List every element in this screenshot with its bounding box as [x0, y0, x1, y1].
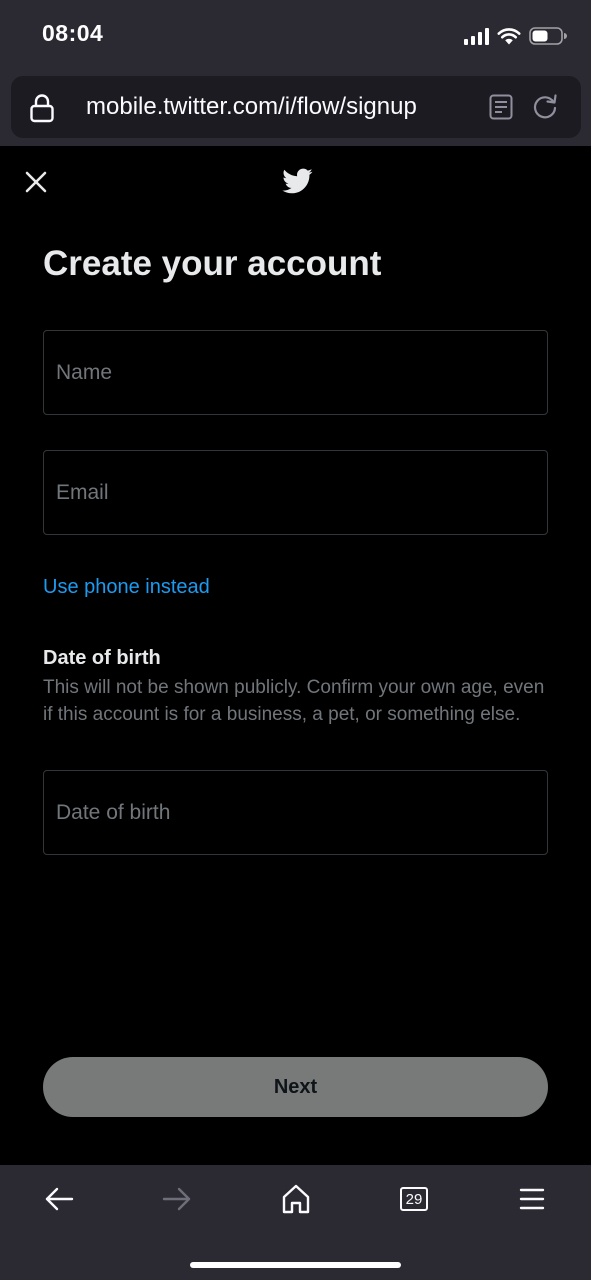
browser-top-bar: 08:04 mobile.twitter.com/i/flow/signup	[0, 0, 591, 146]
lock-icon	[30, 94, 54, 123]
dob-input[interactable]	[44, 771, 547, 854]
battery-icon	[529, 27, 567, 45]
tabs-icon[interactable]: 29	[400, 1187, 428, 1211]
url-bar[interactable]: mobile.twitter.com/i/flow/signup	[11, 76, 581, 138]
home-icon[interactable]	[276, 1181, 316, 1217]
signal-icon	[464, 27, 489, 45]
page-title: Create your account	[43, 244, 382, 283]
twitter-bird-icon	[282, 168, 313, 194]
dob-heading: Date of birth	[43, 647, 161, 669]
email-input[interactable]	[44, 451, 547, 534]
tab-count-label: 29	[405, 1190, 423, 1208]
close-icon[interactable]	[22, 168, 50, 196]
reload-icon[interactable]	[531, 93, 559, 121]
status-icons	[464, 24, 567, 48]
dob-field[interactable]	[43, 770, 548, 855]
name-input[interactable]	[44, 331, 547, 414]
back-arrow-icon[interactable]	[39, 1181, 79, 1217]
status-bar: 08:04	[0, 0, 591, 70]
menu-icon[interactable]	[512, 1181, 552, 1217]
url-text[interactable]: mobile.twitter.com/i/flow/signup	[86, 93, 417, 121]
email-field[interactable]	[43, 450, 548, 535]
name-field[interactable]	[43, 330, 548, 415]
forward-arrow-icon[interactable]	[157, 1181, 197, 1217]
home-indicator	[190, 1262, 401, 1268]
use-phone-link[interactable]: Use phone instead	[43, 576, 210, 599]
dob-description: This will not be shown publicly. Confirm…	[43, 677, 545, 725]
reader-view-icon[interactable]	[489, 94, 513, 120]
status-time: 08:04	[42, 20, 104, 46]
wifi-icon	[497, 28, 521, 45]
next-button[interactable]: Next	[43, 1057, 548, 1117]
